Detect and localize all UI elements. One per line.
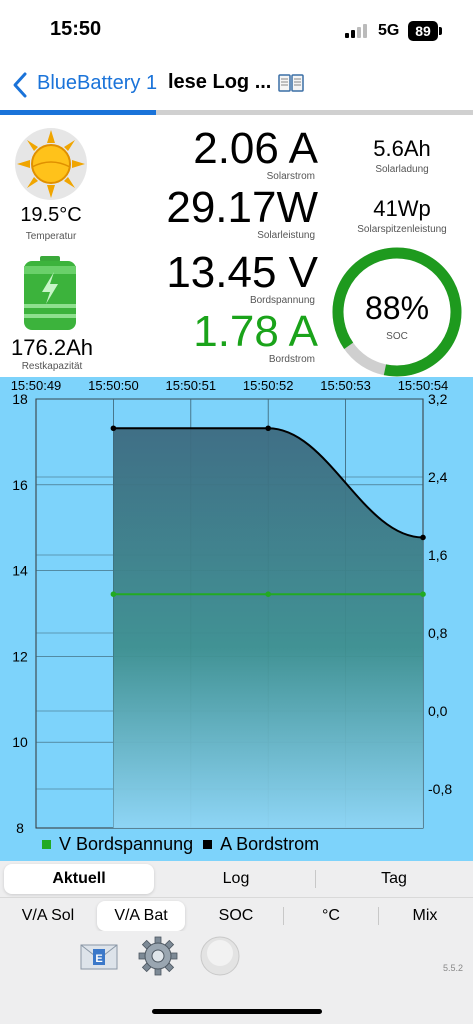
nav-bar: BlueBattery 1 lese Log ... — [0, 64, 473, 106]
battery-charging-icon — [24, 256, 76, 330]
board-current-value: 1.78 A — [193, 307, 318, 356]
current-area-fill — [113, 428, 424, 828]
tab-divider — [378, 907, 379, 925]
back-button[interactable]: BlueBattery 1 — [37, 72, 157, 95]
y-left-tick-label: 18 — [12, 391, 28, 407]
mail-icon[interactable]: E — [80, 941, 118, 971]
data-point-0 — [265, 591, 272, 597]
y-right-tick-label: 1,6 — [428, 547, 448, 563]
tab-tag[interactable]: Tag — [318, 864, 470, 894]
legend-swatch-voltage — [42, 840, 51, 849]
chart-type-tabs: V/A Sol V/A Bat SOC °C Mix — [0, 897, 473, 931]
legend-swatch-current — [203, 840, 213, 849]
tab-va-sol[interactable]: V/A Sol — [4, 901, 92, 931]
chevron-left-icon[interactable] — [10, 70, 32, 100]
solar-charge-label: Solarladung — [375, 164, 429, 175]
battery-tip — [439, 27, 442, 35]
svg-text:E: E — [95, 953, 102, 965]
tab-divider — [315, 870, 316, 888]
legend-label-voltage: V Bordspannung — [59, 834, 194, 854]
load-progress-fill — [0, 110, 157, 115]
y-left-tick-label: 10 — [12, 734, 28, 750]
record-button-icon[interactable] — [200, 936, 240, 976]
view-tabs: Aktuell Log Tag — [0, 861, 473, 897]
remaining-capacity-value: 176.2Ah — [11, 335, 93, 360]
book-icon — [278, 74, 304, 92]
page-title: lese Log ... — [168, 71, 272, 93]
soc-value: 88% — [364, 290, 430, 326]
data-point-0 — [110, 591, 117, 597]
y-left-tick-label: 8 — [16, 820, 24, 836]
y-left-tick-label: 12 — [12, 648, 28, 664]
x-tick-label: 15:50:53 — [320, 378, 371, 393]
legend-item-current: A Bordstrom — [203, 834, 319, 855]
gear-icon[interactable] — [138, 936, 178, 976]
data-point-0 — [420, 591, 426, 597]
solar-power-label: Solarleistung — [257, 230, 315, 241]
solar-current-value: 2.06 A — [193, 124, 318, 173]
soc-label: SOC — [386, 331, 408, 342]
legend-item-voltage: V Bordspannung — [42, 834, 193, 855]
y-left-tick-label: 14 — [12, 563, 28, 579]
status-bar: 15:50 5G 89 — [0, 0, 473, 60]
solar-power-value: 29.17W — [166, 183, 318, 232]
chart-panel: 15:50:49 15:50:50 15:50:51 15:50:52 15:50:53… — [0, 377, 473, 861]
legend-label-current: A Bordstrom — [220, 834, 320, 854]
temperature-value: 19.5°C — [20, 204, 82, 226]
tab-temperature[interactable]: °C — [286, 901, 376, 931]
chart-legend: V Bordspannung A Bordstrom — [42, 834, 329, 855]
solar-peak-value: 41Wp — [373, 196, 431, 221]
data-point-1 — [265, 425, 272, 432]
board-current-label: Bordstrom — [268, 354, 315, 365]
remaining-capacity-label: Restkapazität — [21, 361, 83, 372]
tab-log[interactable]: Log — [160, 864, 312, 894]
tab-va-bat[interactable]: V/A Bat — [97, 901, 185, 931]
tab-divider — [283, 907, 284, 925]
y-right-tick-label: -0,8 — [428, 781, 452, 797]
signal-icon — [345, 24, 371, 38]
y-left-tick-label: 16 — [12, 477, 28, 493]
solar-charge-value: 5.6Ah — [373, 136, 431, 161]
y-right-tick-label: 3,2 — [428, 391, 448, 407]
network-label: 5G — [378, 22, 400, 39]
log-chart: 15:50:49 15:50:50 15:50:51 15:50:52 15:50:53… — [11, 378, 453, 836]
bottom-toolbar: E 5.5.2 — [0, 931, 473, 1024]
y-right-tick-label: 0,0 — [428, 703, 448, 719]
solar-current-label: Solarstrom — [266, 171, 315, 182]
board-voltage-label: Bordspannung — [249, 295, 315, 306]
x-tick-label: 15:50:52 — [243, 378, 294, 393]
sun-icon — [15, 128, 87, 200]
y-right-tick-label: 0,8 — [428, 625, 448, 641]
solar-peak-label: Solarspitzenleistung — [357, 224, 447, 235]
temperature-label: Temperatur — [25, 231, 77, 242]
board-voltage-value: 13.45 V — [166, 248, 318, 297]
home-indicator[interactable] — [152, 1009, 322, 1014]
data-point-1 — [420, 534, 426, 541]
version-label: 5.5.2 — [443, 963, 464, 973]
y-right-tick-label: 2,4 — [428, 469, 448, 485]
battery-icon: 89 — [408, 21, 438, 41]
status-time: 15:50 — [50, 18, 102, 40]
data-point-1 — [110, 425, 117, 432]
x-tick-label: 15:50:51 — [165, 378, 216, 393]
tab-mix[interactable]: Mix — [380, 901, 470, 931]
load-progress-bar — [0, 110, 473, 115]
x-tick-label: 15:50:50 — [88, 378, 139, 393]
tab-soc[interactable]: SOC — [190, 901, 282, 931]
tab-aktuell[interactable]: Aktuell — [4, 864, 154, 894]
